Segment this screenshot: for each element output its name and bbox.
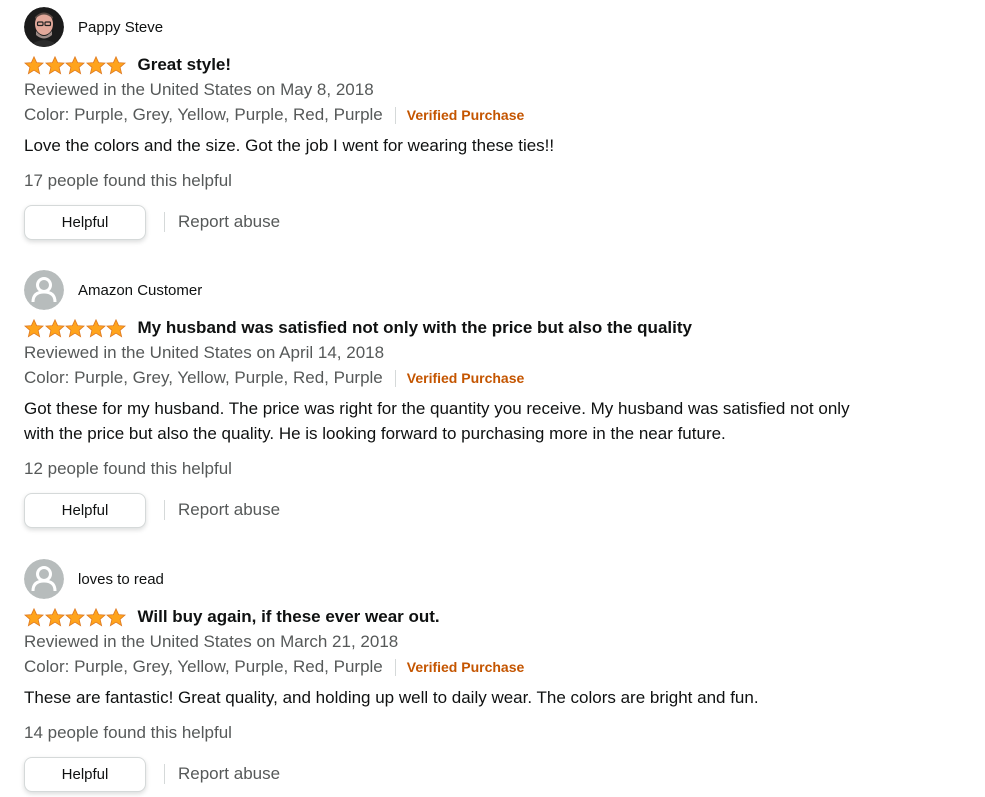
- review-actions: Helpful Report abuse: [24, 491, 280, 529]
- review-body: Got these for my husband. The price was …: [24, 399, 850, 443]
- star-icon: [65, 55, 85, 74]
- divider: [394, 106, 396, 124]
- helpful-button[interactable]: Helpful: [24, 756, 146, 792]
- review-actions: Helpful Report abuse: [24, 203, 280, 241]
- review-title[interactable]: Will buy again, if these ever wear out.: [138, 607, 440, 627]
- star-icon: [106, 318, 126, 337]
- divider: [394, 369, 396, 387]
- review-format-row: Color: Purple, Grey, Yellow, Purple, Red…: [24, 656, 524, 678]
- star-icon: [85, 607, 106, 626]
- review-date: Reviewed in the United States on May 8, …: [24, 80, 374, 99]
- default-avatar-icon[interactable]: [24, 559, 64, 599]
- report-abuse-link[interactable]: Report abuse: [178, 764, 280, 784]
- divider: [164, 212, 165, 232]
- avatar[interactable]: [24, 7, 64, 47]
- star-icon: [65, 607, 85, 626]
- star-icon: [44, 55, 65, 74]
- report-abuse-link[interactable]: Report abuse: [178, 212, 280, 232]
- reviewer-name[interactable]: Amazon Customer: [78, 282, 202, 299]
- divider: [164, 764, 165, 784]
- star-icon: [24, 55, 44, 74]
- helpful-button[interactable]: Helpful: [24, 204, 146, 240]
- reviewer-name[interactable]: loves to read: [78, 571, 164, 588]
- helpful-count: 17 people found this helpful: [24, 171, 232, 190]
- review-format-row: Color: Purple, Grey, Yellow, Purple, Red…: [24, 104, 524, 126]
- star-rating[interactable]: [24, 607, 127, 627]
- review-body: These are fantastic! Great quality, and …: [24, 688, 759, 707]
- star-icon: [44, 607, 65, 626]
- star-icon: [44, 318, 65, 337]
- review-date: Reviewed in the United States on April 1…: [24, 343, 385, 362]
- product-variant[interactable]: Color: Purple, Grey, Yellow, Purple, Red…: [24, 657, 383, 677]
- reviewer-profile[interactable]: loves to read: [24, 559, 164, 599]
- helpful-count: 12 people found this helpful: [24, 459, 232, 478]
- star-icon: [106, 55, 126, 74]
- review-title-row: Great style!: [24, 53, 231, 77]
- verified-purchase-badge: Verified Purchase: [406, 370, 525, 386]
- divider: [164, 500, 165, 520]
- reviewer-profile[interactable]: Amazon Customer: [24, 270, 202, 310]
- review-title[interactable]: Great style!: [138, 55, 232, 75]
- report-abuse-link[interactable]: Report abuse: [178, 500, 280, 520]
- review-body: Love the colors and the size. Got the jo…: [24, 136, 555, 155]
- star-icon: [106, 607, 126, 626]
- divider: [394, 658, 396, 676]
- product-variant[interactable]: Color: Purple, Grey, Yellow, Purple, Red…: [24, 368, 383, 388]
- reviewer-profile[interactable]: Pappy Steve: [24, 7, 163, 47]
- review-title-row: Will buy again, if these ever wear out.: [24, 605, 440, 629]
- verified-purchase-badge: Verified Purchase: [406, 107, 525, 123]
- product-variant[interactable]: Color: Purple, Grey, Yellow, Purple, Red…: [24, 105, 383, 125]
- star-icon: [85, 318, 106, 337]
- helpful-button[interactable]: Helpful: [24, 492, 146, 528]
- star-icon: [85, 55, 106, 74]
- review-actions: Helpful Report abuse: [24, 755, 280, 793]
- review-title[interactable]: My husband was satisfied not only with t…: [138, 318, 692, 338]
- star-rating[interactable]: [24, 318, 127, 338]
- default-avatar-icon[interactable]: [24, 270, 64, 310]
- star-icon: [24, 318, 44, 337]
- reviewer-name[interactable]: Pappy Steve: [78, 19, 163, 36]
- star-rating[interactable]: [24, 55, 127, 75]
- review-title-row: My husband was satisfied not only with t…: [24, 316, 692, 340]
- verified-purchase-badge: Verified Purchase: [406, 659, 525, 675]
- review-format-row: Color: Purple, Grey, Yellow, Purple, Red…: [24, 367, 524, 389]
- star-icon: [65, 318, 85, 337]
- helpful-count: 14 people found this helpful: [24, 723, 232, 742]
- review-date: Reviewed in the United States on March 2…: [24, 632, 399, 651]
- star-icon: [24, 607, 44, 626]
